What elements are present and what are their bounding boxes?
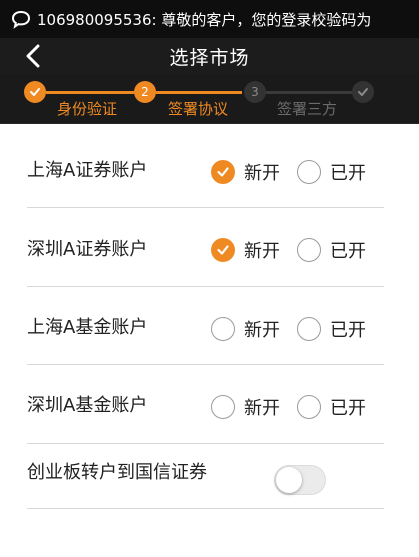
step-3-number: 3 — [244, 81, 266, 103]
option-new[interactable]: 新开 — [211, 159, 280, 185]
transfer-toggle[interactable] — [274, 465, 326, 495]
status-bar: 106980095536: 尊敬的客户，您的登录校验码为 — [0, 0, 419, 38]
radio-unchecked-icon — [297, 317, 321, 341]
option-label: 新开 — [244, 320, 280, 341]
option-existing[interactable]: 已开 — [297, 159, 366, 185]
back-button[interactable] — [18, 41, 48, 71]
transfer-label: 创业板转户到国信证券 — [27, 462, 207, 483]
toggle-knob — [276, 467, 302, 493]
option-existing[interactable]: 已开 — [297, 237, 366, 263]
step-2-number: 2 — [134, 81, 156, 103]
chevron-left-icon — [26, 44, 40, 68]
account-label: 深圳A证券账户 — [27, 239, 148, 260]
message-icon — [10, 8, 32, 30]
option-label: 新开 — [244, 241, 280, 262]
option-new[interactable]: 新开 — [211, 394, 280, 420]
radio-unchecked-icon — [211, 395, 235, 419]
radio-unchecked-icon — [211, 317, 235, 341]
step-2-label: 签署协议 — [168, 100, 229, 118]
page-title: 选择市场 — [169, 46, 250, 69]
step-line-3 — [266, 91, 352, 94]
account-row-sh-fund: 上海A基金账户 新开 已开 — [27, 287, 384, 365]
step-line-1 — [46, 91, 134, 94]
radio-checked-icon — [211, 238, 235, 262]
radio-checked-icon — [211, 160, 235, 184]
option-existing[interactable]: 已开 — [297, 394, 366, 420]
option-new[interactable]: 新开 — [211, 316, 280, 342]
step-line-2 — [156, 91, 242, 94]
notification-text: 106980095536: 尊敬的客户，您的登录校验码为 — [37, 10, 372, 29]
option-label: 新开 — [244, 398, 280, 419]
transfer-row: 创业板转户到国信证券 — [27, 444, 384, 509]
account-label: 上海A证券账户 — [27, 160, 148, 181]
step-end-check-icon — [352, 81, 374, 103]
account-row-sh-securities: 上海A证券账户 新开 已开 — [27, 125, 384, 208]
option-new[interactable]: 新开 — [211, 237, 280, 263]
option-existing[interactable]: 已开 — [297, 316, 366, 342]
option-label: 新开 — [244, 163, 280, 184]
step-progress: 2 3 身份验证 签署协议 签署三方 — [0, 74, 419, 124]
option-label: 已开 — [330, 163, 366, 184]
radio-unchecked-icon — [297, 238, 321, 262]
step-3-label: 签署三方 — [277, 100, 338, 118]
radio-unchecked-icon — [297, 395, 321, 419]
option-label: 已开 — [330, 320, 366, 341]
step-1-label: 身份验证 — [57, 100, 118, 118]
nav-bar: 选择市场 — [0, 38, 419, 74]
step-1-check-icon — [24, 81, 46, 103]
option-label: 已开 — [330, 241, 366, 262]
account-label: 上海A基金账户 — [27, 317, 148, 338]
radio-unchecked-icon — [297, 160, 321, 184]
account-row-sz-fund: 深圳A基金账户 新开 已开 — [27, 365, 384, 444]
account-label: 深圳A基金账户 — [27, 395, 148, 416]
option-label: 已开 — [330, 398, 366, 419]
account-row-sz-securities: 深圳A证券账户 新开 已开 — [27, 208, 384, 287]
